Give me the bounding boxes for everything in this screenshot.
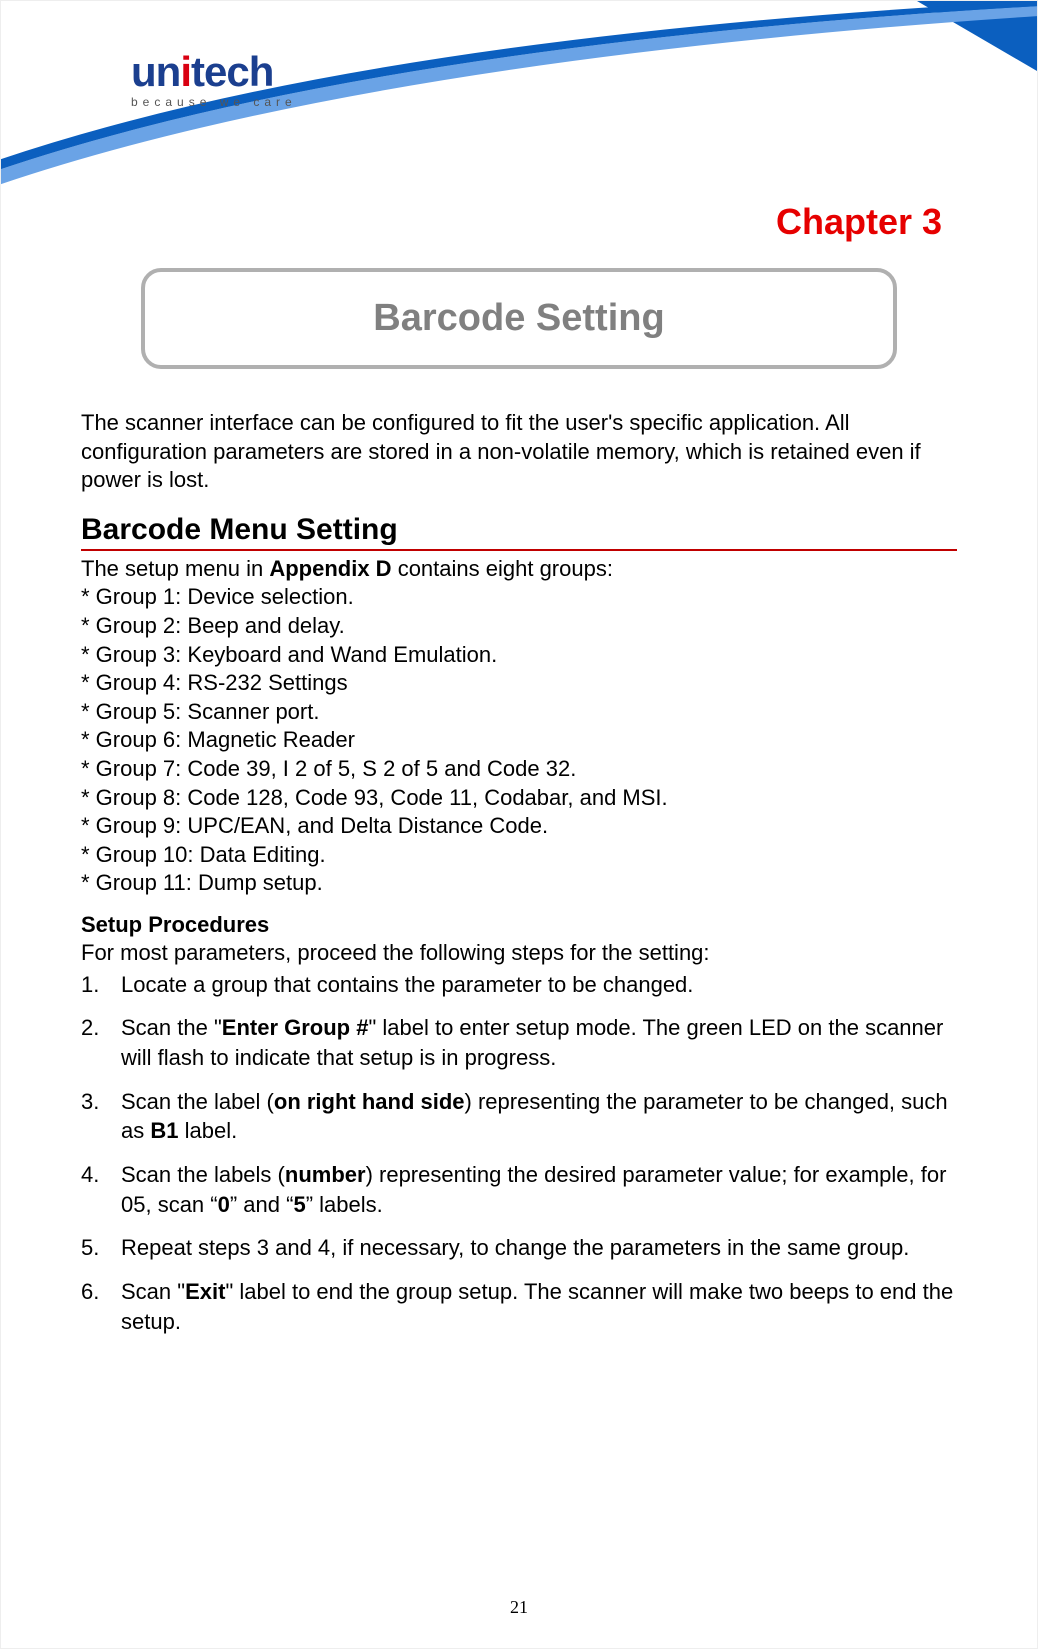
step-item: 5. Repeat steps 3 and 4, if necessary, t…	[81, 1233, 957, 1263]
step-number: 3.	[81, 1087, 121, 1146]
page-title: Barcode Setting	[155, 297, 883, 340]
setup-intro-line: The setup menu in Appendix D contains ei…	[81, 555, 957, 584]
step-item: 4. Scan the labels (number) representing…	[81, 1160, 957, 1219]
step-bold: B1	[150, 1118, 178, 1143]
intro-paragraph: The scanner interface can be configured …	[81, 409, 957, 495]
list-item: * Group 5: Scanner port.	[81, 698, 957, 727]
setup-intro-pre: The setup menu in	[81, 556, 269, 581]
step-number: 4.	[81, 1160, 121, 1219]
page-number: 21	[1, 1597, 1037, 1618]
group-list: * Group 1: Device selection. * Group 2: …	[81, 583, 957, 898]
list-item: * Group 7: Code 39, I 2 of 5, S 2 of 5 a…	[81, 755, 957, 784]
list-item: * Group 10: Data Editing.	[81, 841, 957, 870]
list-item: * Group 1: Device selection.	[81, 583, 957, 612]
step-bold: 0	[218, 1192, 230, 1217]
document-page: unitech because we care Chapter 3 Barcod…	[0, 0, 1038, 1649]
step-bold: on right hand side	[274, 1089, 465, 1114]
section-heading: Barcode Menu Setting	[81, 513, 957, 551]
step-text: Scan the labels (	[121, 1162, 285, 1187]
step-bold: number	[285, 1162, 366, 1187]
title-box: Barcode Setting	[141, 268, 897, 369]
step-bold: Exit	[185, 1279, 225, 1304]
step-body: Scan the "Enter Group #" label to enter …	[121, 1013, 957, 1072]
list-item: * Group 9: UPC/EAN, and Delta Distance C…	[81, 812, 957, 841]
step-body: Scan the label (on right hand side) repr…	[121, 1087, 957, 1146]
step-body: Repeat steps 3 and 4, if necessary, to c…	[121, 1233, 957, 1263]
list-item: * Group 8: Code 128, Code 93, Code 11, C…	[81, 784, 957, 813]
step-text: Repeat steps 3 and 4, if necessary, to c…	[121, 1235, 909, 1260]
step-text: Scan "	[121, 1279, 185, 1304]
step-number: 5.	[81, 1233, 121, 1263]
step-bold: Enter Group #	[222, 1015, 369, 1040]
step-text: label.	[178, 1118, 237, 1143]
subheading: Setup Procedures	[81, 912, 957, 938]
step-item: 1. Locate a group that contains the para…	[81, 970, 957, 1000]
step-text: " label to end the group setup. The scan…	[121, 1279, 953, 1334]
step-item: 2. Scan the "Enter Group #" label to ent…	[81, 1013, 957, 1072]
setup-intro-bold: Appendix D	[269, 556, 391, 581]
procedures-intro: For most parameters, proceed the followi…	[81, 938, 957, 968]
step-text: ” and “	[230, 1192, 294, 1217]
step-number: 6.	[81, 1277, 121, 1336]
step-number: 2.	[81, 1013, 121, 1072]
page-content: Chapter 3 Barcode Setting The scanner in…	[1, 1, 1037, 1336]
step-text: Scan the label (	[121, 1089, 274, 1114]
step-text: Locate a group that contains the paramet…	[121, 972, 693, 997]
step-body: Scan the labels (number) representing th…	[121, 1160, 957, 1219]
step-number: 1.	[81, 970, 121, 1000]
step-item: 3. Scan the label (on right hand side) r…	[81, 1087, 957, 1146]
steps-list: 1. Locate a group that contains the para…	[81, 970, 957, 1337]
list-item: * Group 6: Magnetic Reader	[81, 726, 957, 755]
step-body: Scan "Exit" label to end the group setup…	[121, 1277, 957, 1336]
list-item: * Group 2: Beep and delay.	[81, 612, 957, 641]
step-item: 6. Scan "Exit" label to end the group se…	[81, 1277, 957, 1336]
chapter-label: Chapter 3	[81, 201, 957, 243]
step-bold: 5	[293, 1192, 305, 1217]
list-item: * Group 4: RS-232 Settings	[81, 669, 957, 698]
list-item: * Group 11: Dump setup.	[81, 869, 957, 898]
step-text: Scan the "	[121, 1015, 222, 1040]
step-body: Locate a group that contains the paramet…	[121, 970, 957, 1000]
setup-intro-post: contains eight groups:	[392, 556, 613, 581]
step-text: ” labels.	[306, 1192, 383, 1217]
list-item: * Group 3: Keyboard and Wand Emulation.	[81, 641, 957, 670]
